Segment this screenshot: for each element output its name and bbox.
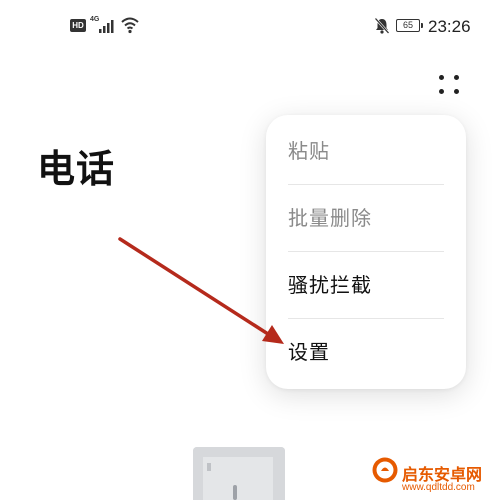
status-bar: HD 4G 65 23:26 [0,0,500,56]
menu-item-batch-delete[interactable]: 批量删除 [288,185,444,252]
bell-muted-icon [374,17,390,35]
watermark-url: www.qdltdd.com [402,482,475,493]
menu-item-settings[interactable]: 设置 [288,319,444,386]
signal-icon: 4G [90,16,118,34]
menu-item-harassment-block[interactable]: 骚扰拦截 [288,252,444,319]
page-title: 电话 [37,147,116,191]
wifi-icon [120,16,140,34]
overflow-menu: 粘贴 批量删除 骚扰拦截 设置 [266,115,466,389]
menu-item-paste[interactable]: 粘贴 [288,118,444,185]
watermark: 启东安卓网 www.qdltdd.com [372,455,500,500]
watermark-logo-icon [372,457,398,483]
more-dots-icon[interactable] [432,68,466,102]
hd-icon: HD [70,19,86,32]
battery-icon: 65 [396,19,423,32]
status-time: 23:26 [428,17,471,36]
contact-thumbnail [193,447,285,500]
